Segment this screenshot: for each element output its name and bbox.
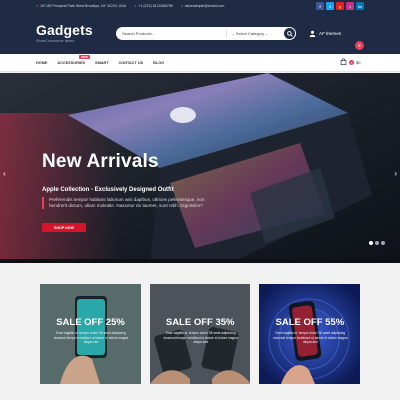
nav-item-contact[interactable]: CONTACT US	[119, 61, 144, 65]
nav-item-accessories[interactable]: ACCESSORIES NEW	[57, 55, 90, 65]
phone-icon: ●	[134, 4, 137, 8]
nav-item-blog[interactable]: BLOG	[153, 61, 164, 65]
sale-description: Esse sagittis ut, tempor dolor! Sit amet…	[163, 331, 238, 345]
hero-subtitle: Apple Collection - Exclusively Designed …	[42, 187, 174, 193]
linkedin-icon[interactable]: in	[356, 2, 364, 10]
promo-banners: SALE OFF 25% Esse sagittis ut, tempor do…	[40, 284, 361, 384]
hamburger-icon: ≡	[358, 42, 361, 49]
location-icon: ●	[36, 4, 39, 8]
phone-text: +1 (212) 6123456789	[138, 4, 173, 8]
site-logo[interactable]: Gadgets	[36, 22, 93, 38]
twitter-icon[interactable]: t	[326, 2, 334, 10]
menu-button[interactable]: ≡	[355, 41, 364, 50]
slider-dot[interactable]	[381, 241, 385, 245]
top-bar: ● 107-80 Prospect Park West Brooklyn, NY …	[0, 0, 400, 12]
account-label: AF themes	[319, 30, 342, 36]
user-icon	[308, 29, 316, 37]
slider-prev-arrow[interactable]: ‹	[3, 169, 6, 178]
cart-total: $0	[356, 60, 361, 65]
email-text: abcexample@email.com	[184, 4, 225, 8]
facebook-icon[interactable]: f	[316, 2, 324, 10]
category-select[interactable]: -- Select Category --	[226, 29, 284, 38]
slider-dot[interactable]	[369, 241, 373, 245]
youtube-icon[interactable]: y	[336, 2, 344, 10]
hero-slider: New Arrivals Apple Collection - Exclusiv…	[0, 73, 400, 263]
account-link[interactable]: AF themes	[308, 29, 341, 37]
nav-item-home[interactable]: HOME	[36, 61, 47, 65]
contact-info: ● 107-80 Prospect Park West Brooklyn, NY …	[36, 4, 224, 8]
chevron-left-icon: ‹	[3, 169, 6, 178]
instagram-icon[interactable]: i	[346, 2, 354, 10]
cart-link[interactable]: 0 $0	[340, 58, 360, 67]
search-bar: Search Products... -- Select Category --	[116, 27, 296, 40]
hero-title: New Arrivals	[42, 151, 159, 172]
sale-label: SALE OFF 55%	[275, 317, 345, 328]
search-icon	[286, 30, 293, 37]
nav-item-accessories-label: ACCESSORIES	[57, 61, 86, 65]
slider-dots	[369, 241, 385, 245]
phone-info[interactable]: ● +1 (212) 6123456789	[134, 4, 173, 8]
promo-banner[interactable]: SALE OFF 25% Esse sagittis ut, tempor do…	[40, 284, 141, 384]
sale-description: Esse sagittis ut, tempor dolor! Sit amet…	[273, 331, 348, 345]
address-text: 107-80 Prospect Park West Brooklyn, NY 1…	[40, 4, 127, 8]
sale-label: SALE OFF 35%	[165, 317, 235, 328]
site-tagline: StoreCommerce demo	[36, 39, 75, 43]
email-info[interactable]: ● abcexample@email.com	[181, 4, 225, 8]
email-icon: ●	[180, 4, 183, 8]
main-nav: HOME ACCESSORIES NEW SMART CONTACT US BLO…	[0, 54, 400, 72]
shop-now-button[interactable]: SHOP NOW	[42, 223, 86, 232]
sale-description: Esse sagittis ut, tempor dolor! Sit amet…	[53, 331, 129, 345]
site-header: Gadgets StoreCommerce demo Search Produc…	[0, 12, 400, 54]
promo-banner[interactable]: SALE OFF 35% Esse sagittis ut, tempor do…	[149, 284, 251, 384]
hero-description: Perferendis tempor habitant laborum wisi…	[42, 197, 212, 209]
address-info: ● 107-80 Prospect Park West Brooklyn, NY …	[36, 4, 126, 8]
search-input[interactable]: Search Products...	[116, 31, 226, 36]
cart-count: 0	[349, 60, 354, 65]
nav-item-smart[interactable]: SMART	[95, 61, 109, 65]
chevron-right-icon: ›	[394, 169, 397, 178]
promo-banner[interactable]: SALE OFF 55% Esse sagittis ut, tempor do…	[259, 284, 361, 384]
slider-next-arrow[interactable]: ›	[394, 169, 397, 178]
sale-label: SALE OFF 25%	[56, 317, 125, 328]
slider-dot[interactable]	[375, 241, 379, 245]
cart-icon	[340, 58, 347, 67]
social-links: f t y i in	[316, 2, 364, 10]
new-badge: NEW	[79, 55, 90, 59]
search-button[interactable]	[284, 28, 295, 39]
